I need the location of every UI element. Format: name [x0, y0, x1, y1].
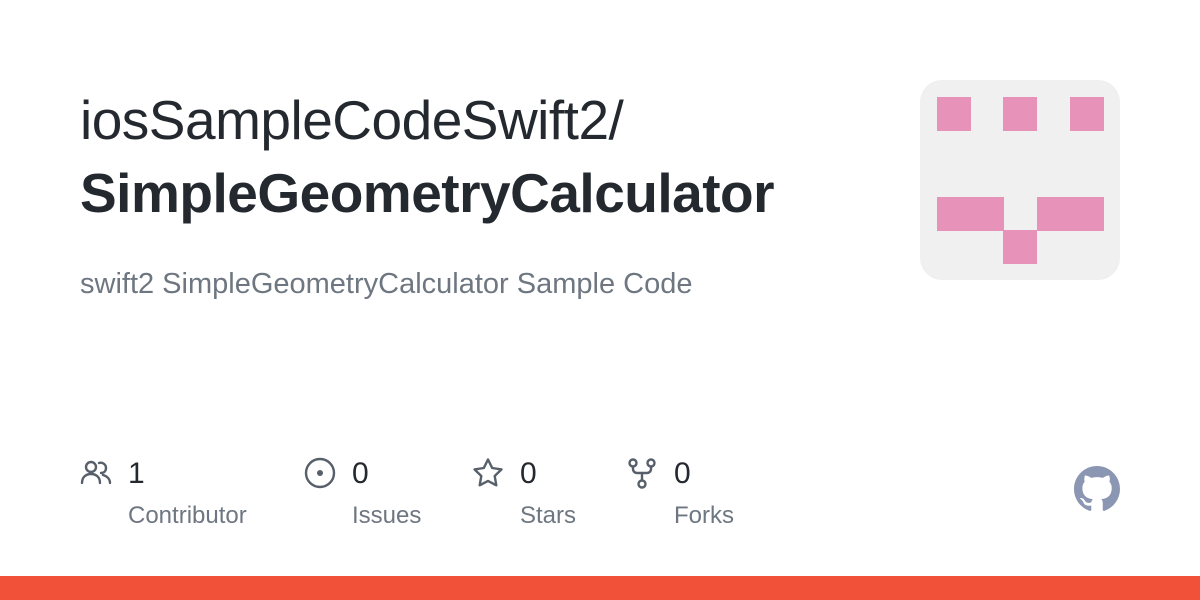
stars-count: 0 — [520, 457, 537, 490]
contributors-count: 1 — [128, 457, 145, 490]
people-icon — [80, 460, 112, 485]
star-icon — [473, 458, 503, 487]
forks-count: 0 — [674, 457, 691, 490]
repo-owner: iosSampleCodeSwift2/ — [80, 89, 624, 151]
stat-issues[interactable]: 0 Issues — [304, 452, 464, 542]
repo-description: swift2 SimpleGeometryCalculator Sample C… — [80, 268, 693, 300]
stat-stars[interactable]: 0 Stars — [472, 452, 612, 542]
stat-contributors[interactable]: 1 Contributor — [80, 452, 280, 542]
contributors-label: Contributor — [128, 502, 247, 529]
language-color-bar — [0, 576, 1200, 600]
identicon-avatar-icon — [937, 97, 1104, 264]
stat-forks[interactable]: 0 Forks — [626, 452, 766, 542]
owner-avatar — [920, 80, 1120, 280]
github-mark-icon[interactable] — [1074, 466, 1120, 512]
stars-label: Stars — [520, 502, 577, 529]
issue-opened-icon — [304, 457, 336, 489]
issues-count: 0 — [352, 457, 369, 490]
repo-name: SimpleGeometryCalculator — [80, 162, 775, 224]
forks-label: Forks — [674, 502, 734, 529]
repo-forked-icon — [628, 458, 656, 489]
issues-label: Issues — [352, 502, 422, 529]
